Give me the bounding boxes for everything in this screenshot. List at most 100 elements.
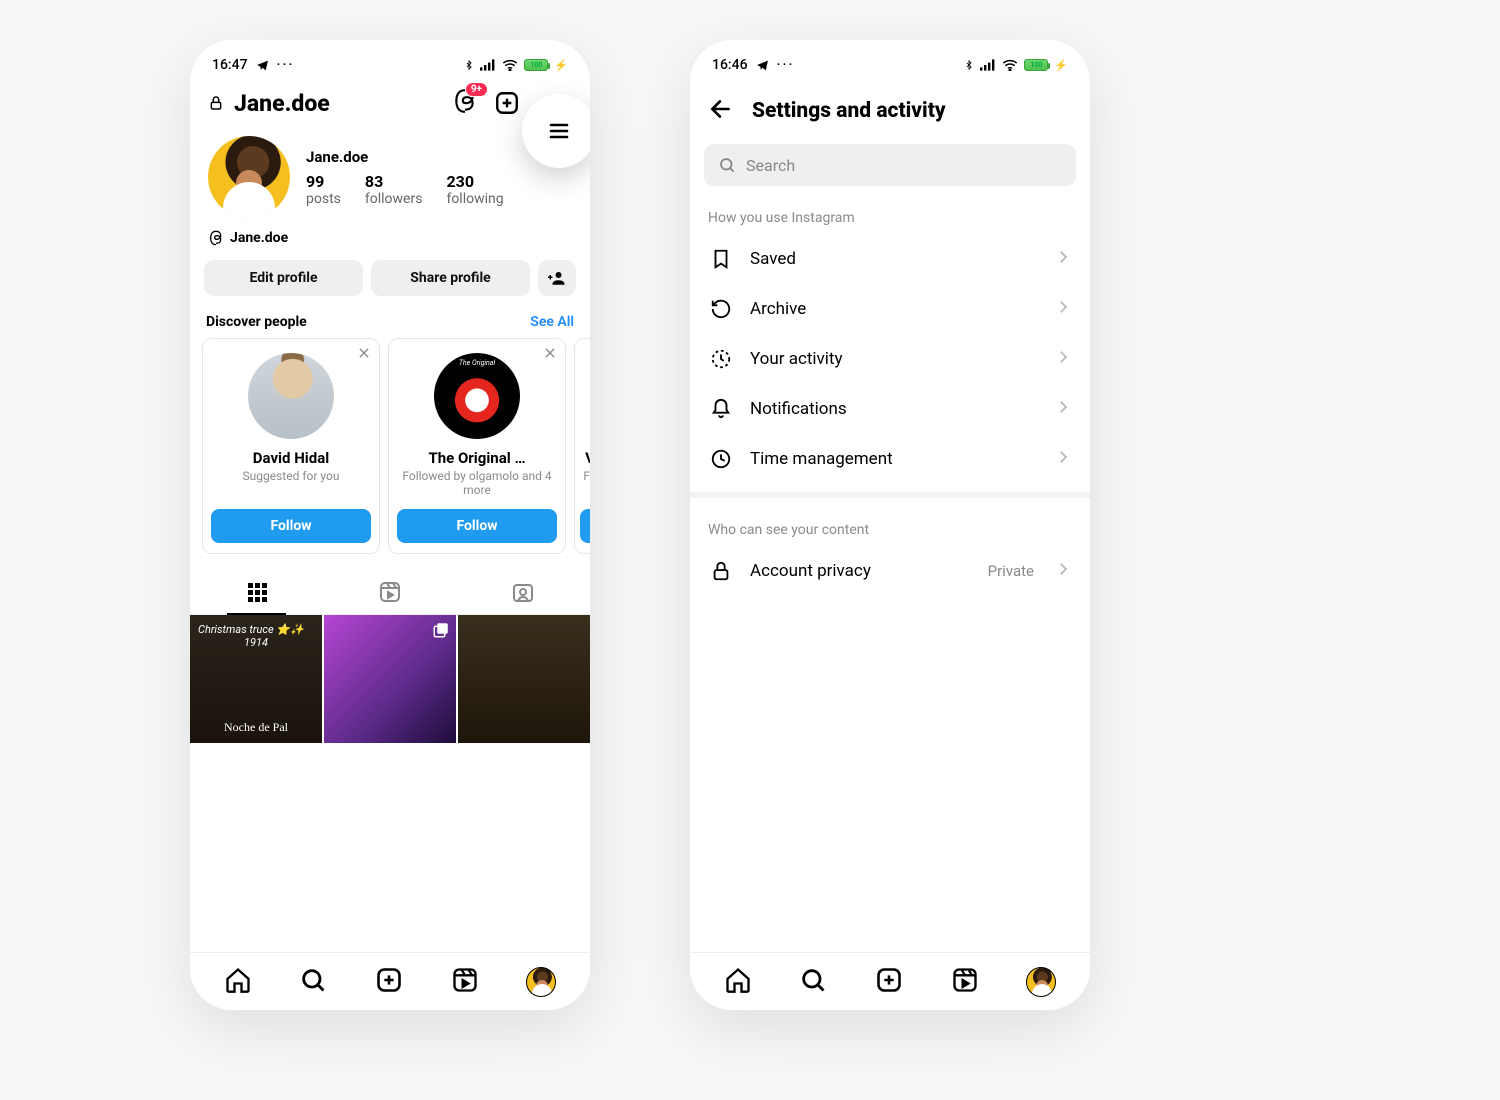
post-thumbnail[interactable] [458, 615, 590, 743]
plus-square-icon [875, 966, 903, 994]
settings-row-archive[interactable]: Archive [696, 284, 1084, 334]
chevron-right-icon [1054, 298, 1072, 320]
nav-create[interactable] [875, 966, 903, 998]
share-profile-button[interactable]: Share profile [371, 260, 530, 296]
profile-display-name: Jane.doe [306, 148, 504, 166]
suggestion-card-partial[interactable]: V Fo [574, 338, 590, 554]
search-icon [718, 156, 736, 174]
activity-icon [710, 348, 732, 370]
bluetooth-icon [964, 58, 974, 72]
settings-row-activity[interactable]: Your activity [696, 334, 1084, 384]
lock-icon [208, 94, 224, 112]
status-more: ··· [277, 57, 295, 73]
home-icon [224, 966, 252, 994]
nav-profile[interactable] [526, 967, 556, 997]
settings-row-notifications[interactable]: Notifications [696, 384, 1084, 434]
reels-nav-icon [951, 966, 979, 994]
phone-profile: 16:47 ··· 100 ⚡ Jane.doe 9+ Jane.d [190, 40, 590, 1010]
suggestion-card[interactable]: The Original The Original … Followed by … [388, 338, 566, 554]
suggestion-avatar [248, 353, 334, 439]
nav-search[interactable] [799, 966, 827, 998]
tagged-icon [511, 580, 535, 604]
discover-people-button[interactable] [538, 260, 576, 296]
settings-row-saved[interactable]: Saved [696, 234, 1084, 284]
settings-title: Settings and activity [752, 99, 946, 123]
profile-username[interactable]: Jane.doe [234, 90, 446, 117]
telegram-icon [256, 59, 269, 72]
reels-icon [378, 580, 402, 604]
privacy-value: Private [988, 562, 1034, 580]
suggestion-name: The Original … [428, 449, 525, 467]
suggestion-avatar: The Original [434, 353, 520, 439]
post-thumbnail[interactable] [324, 615, 456, 743]
status-time: 16:46 [712, 57, 748, 73]
stat-posts[interactable]: 99posts [306, 172, 341, 207]
nav-search[interactable] [299, 966, 327, 998]
tab-grid[interactable] [190, 570, 323, 614]
wifi-icon [1002, 59, 1018, 71]
follow-button[interactable]: Follow [397, 509, 557, 543]
add-person-icon [547, 269, 567, 287]
bell-icon [710, 398, 732, 420]
nav-reels[interactable] [951, 966, 979, 998]
threads-handle[interactable]: Jane.doe [190, 222, 590, 246]
settings-row-time[interactable]: Time management [696, 434, 1084, 484]
wifi-icon [502, 59, 518, 71]
nav-create[interactable] [375, 966, 403, 998]
nav-home[interactable] [724, 966, 752, 998]
stat-following[interactable]: 230following [446, 172, 503, 207]
carousel-icon [432, 621, 450, 642]
settings-row-privacy[interactable]: Account privacy Private [696, 546, 1084, 596]
profile-tabs [190, 570, 590, 615]
suggestion-name: V [585, 449, 590, 467]
chevron-right-icon [1054, 348, 1072, 370]
stat-followers[interactable]: 83followers [365, 172, 423, 207]
threads-small-icon [208, 230, 224, 246]
telegram-icon [756, 59, 769, 72]
arrow-left-icon [708, 96, 734, 122]
suggestion-subtext: Suggested for you [243, 469, 340, 499]
dismiss-suggestion-icon[interactable] [357, 345, 371, 364]
nav-reels[interactable] [451, 966, 479, 998]
tab-tagged[interactable] [457, 570, 590, 614]
clock-icon [710, 448, 732, 470]
follow-button[interactable] [580, 509, 590, 543]
post-thumbnail[interactable]: Christmas truce ⭐✨ 1914 Noche de Pal [190, 615, 322, 743]
discover-see-all[interactable]: See All [530, 314, 574, 330]
bookmark-icon [710, 248, 732, 270]
chevron-right-icon [1054, 560, 1072, 582]
status-time: 16:47 [212, 57, 248, 73]
tab-reels[interactable] [323, 570, 456, 614]
plus-square-icon [375, 966, 403, 994]
status-bar: 16:46 ··· 100 ⚡ [690, 40, 1090, 78]
threads-button[interactable]: 9+ [452, 88, 478, 118]
create-post-icon[interactable] [494, 90, 520, 116]
back-button[interactable] [708, 96, 734, 126]
profile-avatar[interactable] [208, 136, 290, 218]
charging-icon: ⚡ [1054, 59, 1068, 72]
archive-icon [710, 298, 732, 320]
search-placeholder: Search [746, 156, 795, 175]
status-bar: 16:47 ··· 100 ⚡ [190, 40, 590, 78]
bottom-nav [690, 952, 1090, 1010]
suggestion-card[interactable]: David Hidal Suggested for you Follow [202, 338, 380, 554]
nav-home[interactable] [224, 966, 252, 998]
signal-icon [480, 59, 496, 71]
suggestion-name: David Hidal [253, 449, 329, 467]
grid-icon [245, 580, 269, 604]
follow-button[interactable]: Follow [211, 509, 371, 543]
discover-title: Discover people [206, 314, 307, 330]
menu-button-highlight[interactable] [522, 94, 590, 168]
edit-profile-button[interactable]: Edit profile [204, 260, 363, 296]
discover-cards: David Hidal Suggested for you Follow The… [190, 338, 590, 554]
section-how-you-use: How you use Instagram [690, 186, 1090, 234]
dismiss-suggestion-icon[interactable] [543, 345, 557, 364]
chevron-right-icon [1054, 398, 1072, 420]
search-input[interactable]: Search [704, 144, 1076, 186]
nav-profile[interactable] [1026, 967, 1056, 997]
suggestion-subtext: Followed by olgamolo and 4 more [397, 469, 557, 499]
threads-badge: 9+ [465, 82, 488, 97]
charging-icon: ⚡ [554, 59, 568, 72]
suggestion-subtext: Fo [583, 469, 590, 499]
lock-icon [710, 560, 732, 582]
